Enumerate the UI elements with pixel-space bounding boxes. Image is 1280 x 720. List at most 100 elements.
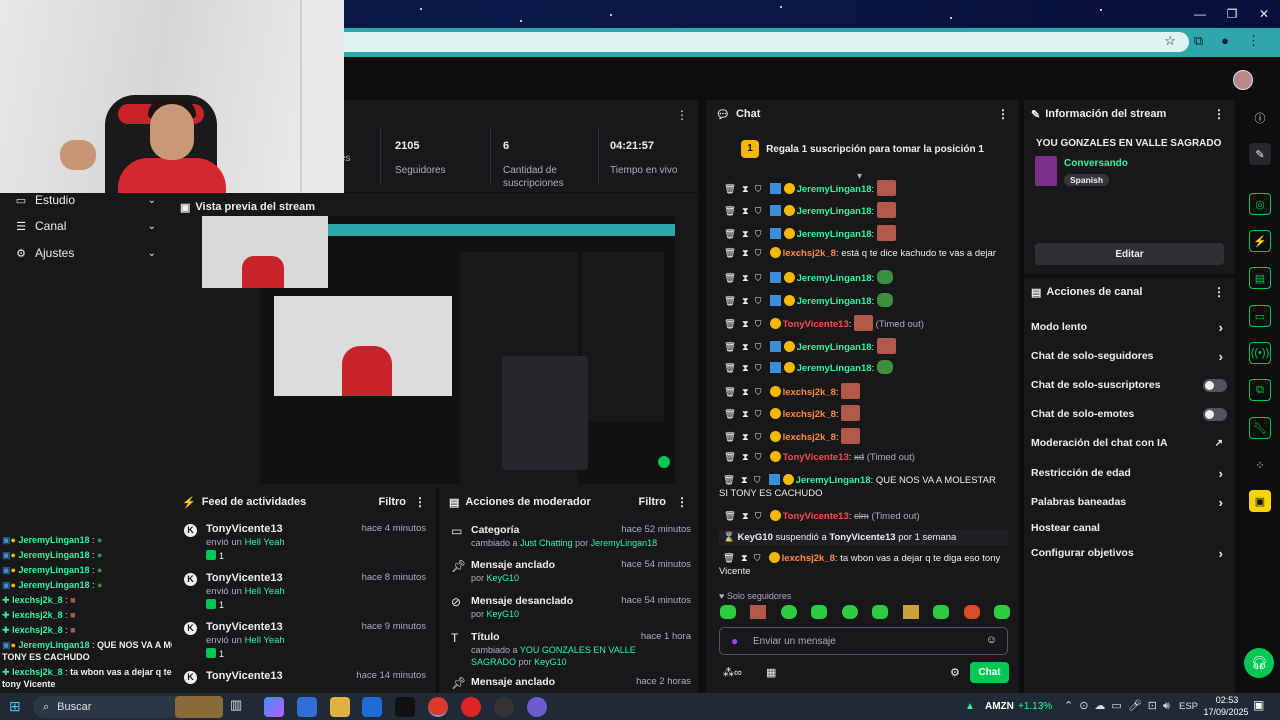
mod-tools-icon[interactable]: 🗑︎⧗⛉	[724, 387, 768, 398]
windows-start-icon[interactable]: ⊞	[9, 698, 21, 715]
pencil-icon[interactable]: ✎	[1249, 143, 1271, 165]
category-link[interactable]: Conversando	[1064, 158, 1128, 169]
minimize-icon[interactable]: —	[1184, 0, 1216, 28]
record-icon[interactable]: ◎	[1249, 193, 1271, 215]
channel-action-item[interactable]: Restricción de edad ›	[1031, 463, 1227, 483]
menu-icon[interactable]: ⋮	[1247, 33, 1260, 49]
emote[interactable]	[841, 405, 861, 421]
app-icon[interactable]	[461, 697, 481, 717]
mod-tools-icon[interactable]: 🗑︎⧗⛉	[724, 273, 768, 284]
folder-icon[interactable]	[330, 697, 350, 717]
emoji-icon[interactable]: ☺	[986, 634, 997, 646]
emote[interactable]	[876, 202, 896, 218]
extensions-icon[interactable]: ⧉	[1194, 33, 1203, 49]
mod-tools-icon[interactable]: 🗑︎⧗⛉	[724, 184, 768, 195]
more-icon[interactable]: ⋮	[676, 495, 688, 509]
clock-time[interactable]: 02:53	[1210, 695, 1244, 705]
mod-tools-icon[interactable]: 🗑︎⧗⛉	[724, 206, 768, 217]
language-indicator[interactable]: ESP	[1179, 701, 1198, 712]
channel-action-item[interactable]: Moderación del chat con IA ↗	[1031, 433, 1227, 453]
mod-tools-icon[interactable]: 🗑︎⧗⛉	[724, 342, 768, 353]
emote[interactable]	[993, 605, 1010, 619]
bolt-icon[interactable]: ⚡	[1249, 230, 1271, 252]
emote[interactable]	[902, 605, 919, 619]
clock-date[interactable]: 17/09/2025	[1200, 707, 1252, 717]
obs-icon[interactable]	[494, 697, 514, 717]
mod-tools-icon[interactable]: 🗑︎⧗⛉	[724, 363, 768, 374]
gear-icon[interactable]: ⚙	[950, 666, 960, 679]
emote[interactable]	[876, 180, 896, 196]
mod-tools-icon[interactable]: 🗑︎⧗⛉	[724, 229, 768, 240]
chat-input[interactable]: ● Enviar un mensaje ☺	[719, 627, 1008, 655]
mod-tools-icon[interactable]: 🗑︎⧗⛉	[723, 553, 767, 564]
mod-tools-icon[interactable]: 🗑︎⧗⛉	[724, 296, 768, 307]
outlook-icon[interactable]	[362, 697, 382, 717]
apps-icon[interactable]: ⁘	[1249, 454, 1271, 476]
emote[interactable]	[720, 605, 736, 619]
notification-icon[interactable]: ▣	[1253, 698, 1264, 712]
mod-tools-icon[interactable]: 🗑︎⧗⛉	[724, 409, 768, 420]
avatar[interactable]	[1233, 70, 1253, 90]
document-icon[interactable]: ▤	[1249, 267, 1271, 289]
pinned-message[interactable]: 1 Regala 1 suscripción para tomar la pos…	[706, 128, 1019, 170]
emote[interactable]	[876, 338, 896, 354]
mod-tools-icon[interactable]: 🗑︎⧗⛉	[723, 475, 767, 486]
channel-action-item[interactable]: Configurar objetivos ›	[1031, 543, 1227, 563]
emote[interactable]	[841, 605, 858, 619]
stream-preview-video[interactable]	[202, 216, 675, 484]
star-icon[interactable]: ☆	[1164, 33, 1176, 49]
more-icon[interactable]: ⋮	[414, 495, 426, 509]
stock-ticker[interactable]: AMZN	[985, 701, 1014, 712]
mod-tools-icon[interactable]: 🗑︎⧗⛉	[724, 319, 768, 330]
emote[interactable]	[811, 605, 828, 619]
address-bar[interactable]	[344, 32, 1189, 52]
channel-action-item[interactable]: Hostear canal	[1031, 518, 1227, 538]
profile-icon[interactable]: ●	[1221, 33, 1229, 49]
sidebar-item-canal[interactable]: ☰ Canal ⌄	[0, 213, 172, 239]
rewards-icon[interactable]: ⁂∞	[723, 666, 742, 679]
filter-button[interactable]: Filtro	[639, 496, 667, 508]
clapper-icon[interactable]: ▣	[1249, 490, 1271, 512]
emote[interactable]	[780, 605, 797, 619]
support-icon[interactable]: 🎧︎	[1244, 648, 1274, 678]
task-view-icon[interactable]: ▥	[230, 697, 250, 717]
emote[interactable]	[750, 605, 767, 619]
channel-action-item[interactable]: Palabras baneadas ›	[1031, 492, 1227, 512]
store-icon[interactable]	[297, 697, 317, 717]
mic-icon[interactable]: ●	[731, 634, 738, 648]
maximize-icon[interactable]: ❐	[1216, 0, 1248, 28]
mod-tools-icon[interactable]: 🗑︎⧗⛉	[724, 452, 768, 463]
wrench-icon[interactable]: 🔧︎	[1249, 417, 1271, 439]
emote[interactable]	[876, 293, 893, 307]
emote[interactable]	[841, 383, 861, 399]
chrome-icon[interactable]	[428, 697, 448, 717]
toggle-switch[interactable]	[1203, 407, 1227, 421]
channel-action-item[interactable]: Chat de solo-emotes	[1031, 404, 1227, 424]
channel-action-item[interactable]: Modo lento ›	[1031, 317, 1227, 337]
chat-icon[interactable]: ▭	[1249, 305, 1271, 327]
mod-tools-icon[interactable]: 🗑︎⧗⛉	[724, 432, 768, 443]
emote[interactable]	[963, 605, 980, 619]
edit-button[interactable]: Editar	[1035, 243, 1224, 265]
mod-tools-icon[interactable]: 🗑︎⧗⛉	[724, 248, 768, 259]
emote[interactable]	[876, 225, 896, 241]
app-icon[interactable]	[527, 697, 547, 717]
emote[interactable]	[872, 605, 889, 619]
taskbar-search[interactable]: ⌕ Buscar	[33, 696, 223, 718]
close-icon[interactable]: ✕	[1248, 0, 1280, 28]
sidebar-item-ajustes[interactable]: ⚙ Ajustes ⌄	[0, 240, 172, 266]
toggle-switch[interactable]	[1203, 378, 1227, 392]
emote[interactable]	[876, 360, 893, 374]
info-icon[interactable]: ⓘ	[1249, 107, 1271, 129]
tiktok-icon[interactable]	[395, 697, 415, 717]
store-icon[interactable]: ▦	[766, 666, 776, 679]
channel-action-item[interactable]: Chat de solo-seguidores ›	[1031, 346, 1227, 366]
emote[interactable]	[841, 428, 861, 444]
channel-action-item[interactable]: Chat de solo-suscriptores	[1031, 375, 1227, 395]
broadcast-icon[interactable]: ((•))	[1249, 342, 1271, 364]
copilot-icon[interactable]	[264, 697, 284, 717]
mod-icon[interactable]: ⧉	[1249, 379, 1271, 401]
emote[interactable]	[876, 270, 893, 284]
more-icon[interactable]: ⋮	[997, 107, 1009, 121]
filter-button[interactable]: Filtro	[379, 496, 407, 508]
